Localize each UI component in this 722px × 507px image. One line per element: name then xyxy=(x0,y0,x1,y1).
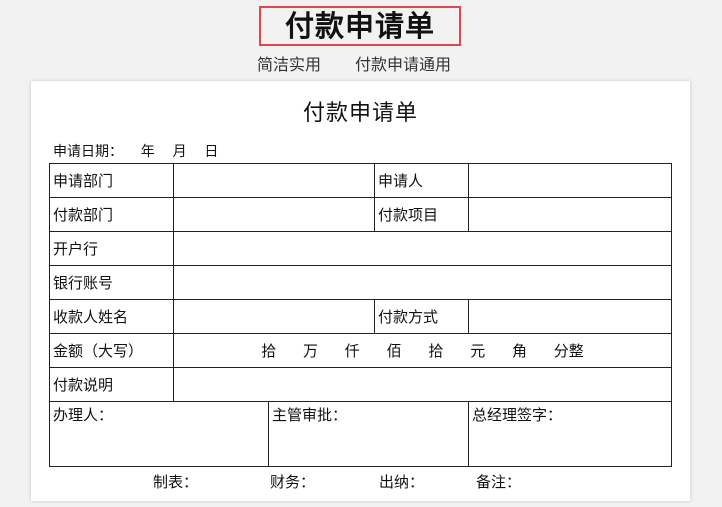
unit-qian: 仟 xyxy=(344,342,360,360)
footer-maker: 制表： xyxy=(153,473,199,491)
row-desc: 付款说明 xyxy=(49,367,672,402)
dept-label: 申请部门 xyxy=(49,163,174,198)
pay-dept-label: 付款部门 xyxy=(49,197,174,232)
bank-field[interactable] xyxy=(173,231,672,266)
subtitle-right: 付款申请通用 xyxy=(355,55,452,74)
form-sheet: 付款申请单 申请日期： 年 月 日 申请部门 申请人 付款部门 付款项目 开户行 xyxy=(31,81,690,501)
gm-label: 总经理签字： xyxy=(472,406,563,424)
unit-shi-2: 拾 xyxy=(428,342,444,360)
amount-field[interactable]: 拾 万 仟 佰 拾 元 角 分整 xyxy=(173,333,672,368)
gm-cell[interactable]: 总经理签字： xyxy=(469,403,671,466)
row-pay-dept: 付款部门 付款项目 xyxy=(49,197,672,232)
payee-field[interactable] xyxy=(173,299,375,334)
row-account: 银行账号 xyxy=(49,265,672,300)
footer-cashier: 出纳： xyxy=(379,473,425,491)
unit-shi: 拾 xyxy=(261,342,277,360)
footer-note: 备注： xyxy=(476,473,522,491)
account-label: 银行账号 xyxy=(49,265,174,300)
dept-field[interactable] xyxy=(173,163,375,198)
unit-fen: 分整 xyxy=(553,342,584,360)
desc-field[interactable] xyxy=(173,367,672,402)
applicant-label: 申请人 xyxy=(374,163,469,198)
supervisor-cell[interactable]: 主管审批： xyxy=(268,402,469,466)
signature-table: 办理人： 主管审批： 总经理签字： xyxy=(50,402,671,466)
form-table: 申请部门 申请人 付款部门 付款项目 开户行 银行账号 收款人姓名 付款方式 金… xyxy=(49,163,672,467)
pay-method-field[interactable] xyxy=(468,299,672,334)
unit-yuan: 元 xyxy=(470,342,486,360)
footer-finance: 财务： xyxy=(270,473,316,491)
handler-cell[interactable]: 办理人： xyxy=(50,402,269,466)
pay-dept-field[interactable] xyxy=(173,197,375,232)
supervisor-label: 主管审批： xyxy=(272,406,348,424)
amount-label: 金额（大写） xyxy=(49,333,174,368)
desc-label: 付款说明 xyxy=(49,367,174,402)
pay-item-label: 付款项目 xyxy=(374,197,469,232)
bank-label: 开户行 xyxy=(49,231,174,266)
row-amount: 金额（大写） 拾 万 仟 佰 拾 元 角 分整 xyxy=(49,333,672,368)
unit-jiao: 角 xyxy=(511,342,527,360)
account-field[interactable] xyxy=(173,265,672,300)
unit-bai: 佰 xyxy=(386,342,402,360)
row-bank: 开户行 xyxy=(49,231,672,266)
date-line: 申请日期： 年 月 日 xyxy=(53,144,219,160)
pay-method-label: 付款方式 xyxy=(374,299,469,334)
unit-wan: 万 xyxy=(303,342,319,360)
pay-item-field[interactable] xyxy=(468,197,672,232)
applicant-field[interactable] xyxy=(468,163,672,198)
row-payee: 收款人姓名 付款方式 xyxy=(49,299,672,334)
row-signatures: 办理人： 主管审批： 总经理签字： xyxy=(49,401,672,467)
handler-label: 办理人： xyxy=(53,406,114,424)
subtitle-left: 简洁实用 xyxy=(257,55,322,74)
page-title: 付款申请单 xyxy=(259,6,461,46)
row-dept: 申请部门 申请人 xyxy=(49,163,672,198)
payee-label: 收款人姓名 xyxy=(49,299,174,334)
form-title: 付款申请单 xyxy=(302,101,418,126)
